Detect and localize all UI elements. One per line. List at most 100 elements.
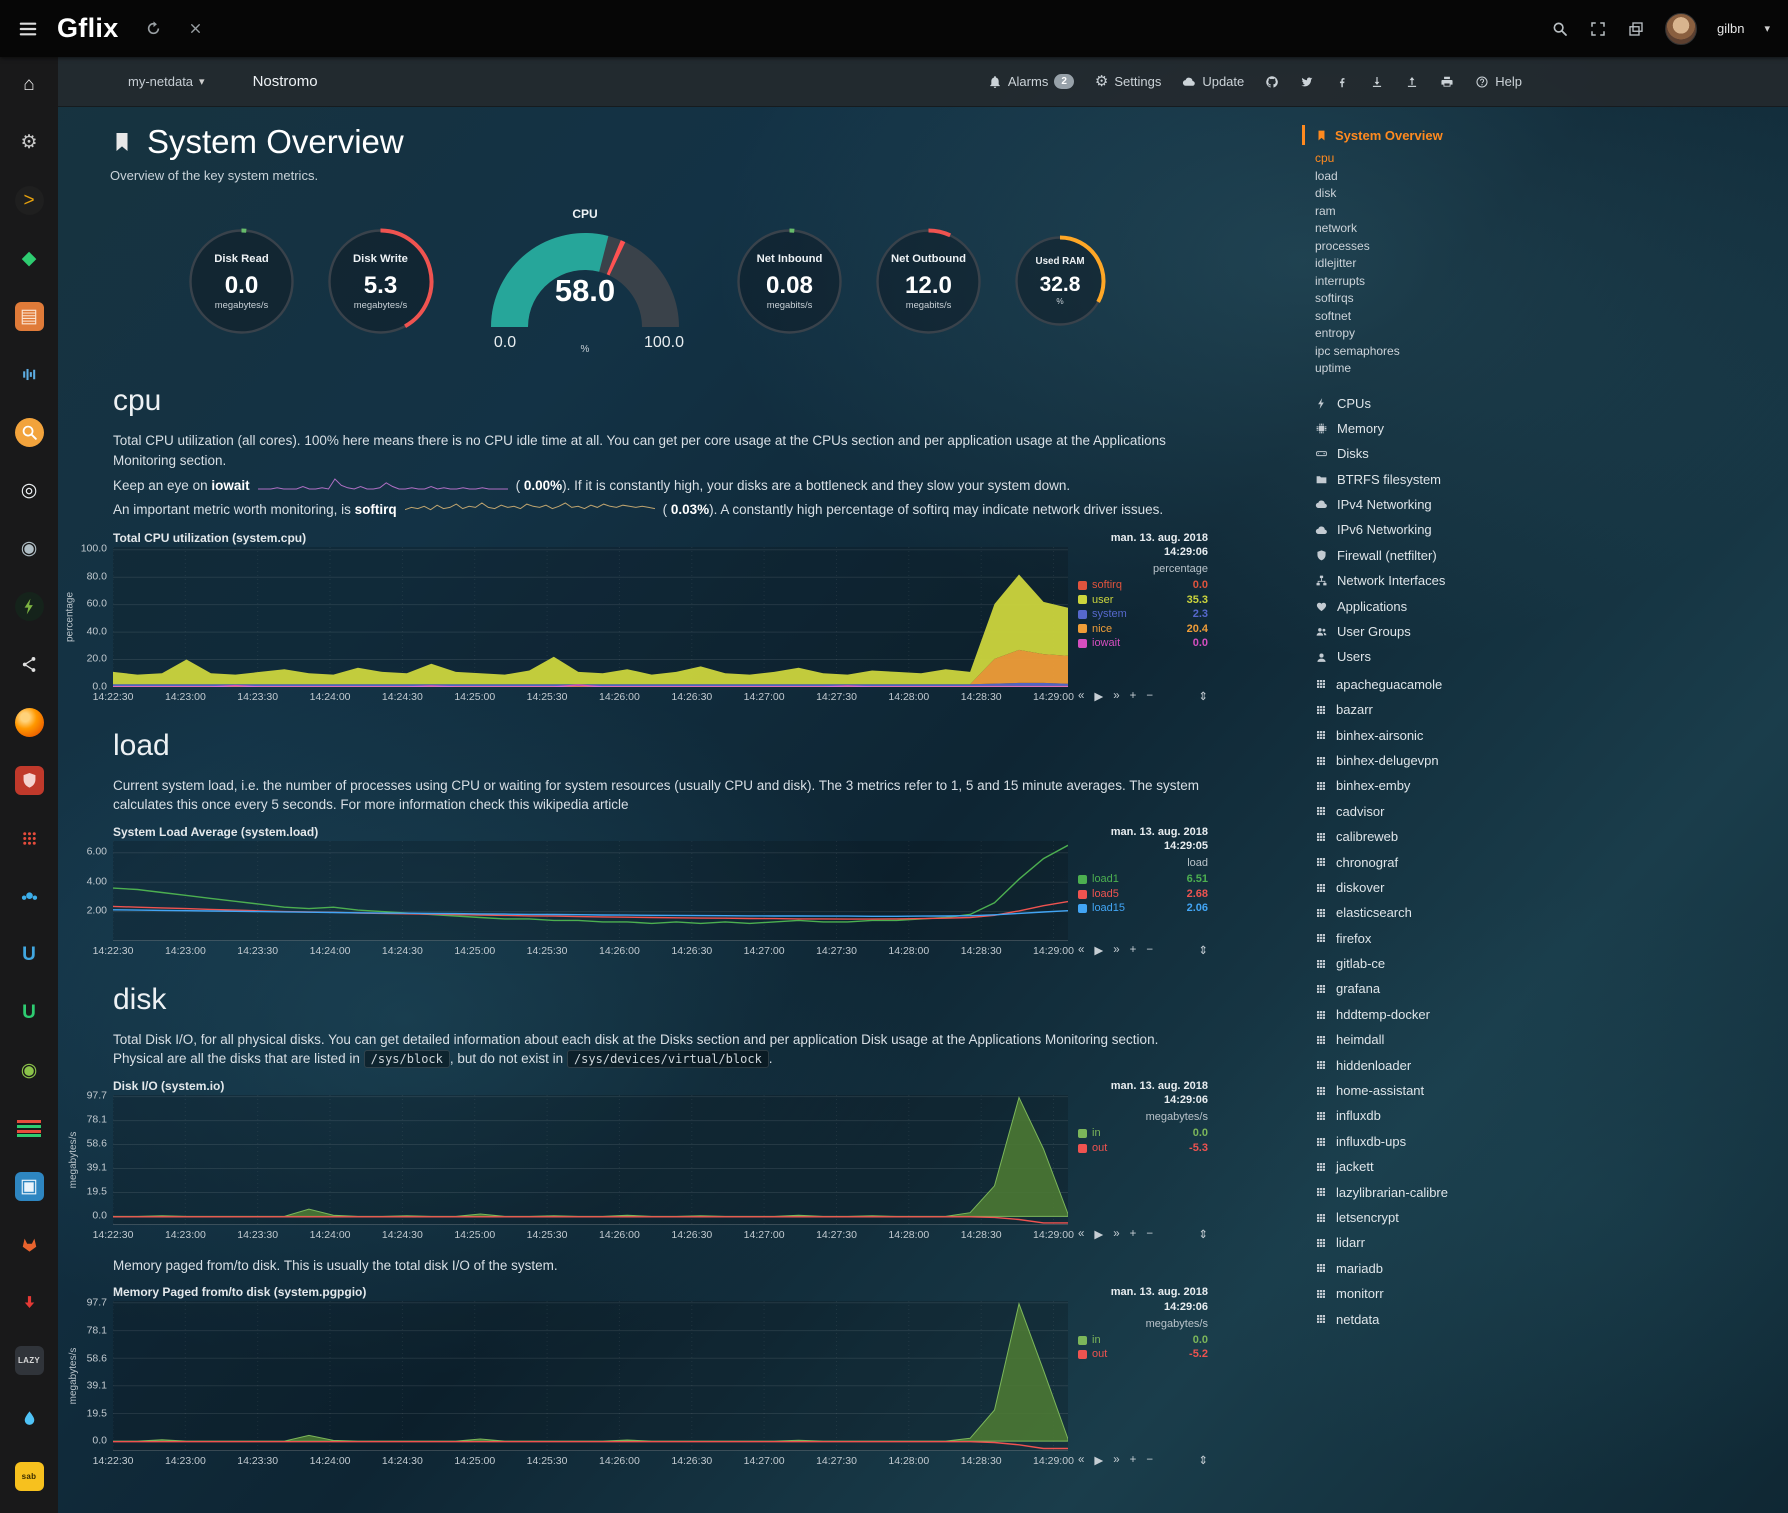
menu-sub-softirqs[interactable]: softirqs (1315, 290, 1580, 308)
zoom-out-icon[interactable]: − (1146, 1228, 1153, 1240)
avatar[interactable] (1665, 13, 1697, 45)
sidebar-app-arrow-down-app[interactable] (12, 1287, 46, 1317)
menu-sub-cpu[interactable]: cpu (1315, 150, 1580, 168)
legend-load15[interactable]: load152.06 (1078, 901, 1208, 916)
play-icon[interactable]: ▶ (1094, 1227, 1103, 1241)
menu-app-home-assistant[interactable]: home-assistant (1315, 1078, 1580, 1103)
sidebar-app-plex[interactable]: > (12, 185, 46, 215)
tabs-icon[interactable] (1627, 20, 1645, 38)
resize-handle-icon[interactable]: ⇕ (1198, 1453, 1208, 1467)
chart-cpu[interactable]: Total CPU utilization (system.cpu) perce… (71, 531, 1288, 705)
gauge-net-outbound[interactable]: Net Outbound 12.0 megabits/s (871, 224, 986, 344)
menu-app-jackett[interactable]: jackett (1315, 1154, 1580, 1179)
menu-section-btrfs-filesystem[interactable]: BTRFS filesystem (1315, 467, 1580, 492)
chart-plot[interactable] (113, 1301, 1068, 1451)
nav-download[interactable] (1370, 75, 1384, 89)
gauge-disk-write[interactable]: Disk Write 5.3 megabytes/s (323, 224, 438, 344)
chart-plot[interactable] (113, 841, 1068, 941)
menu-app-cadvisor[interactable]: cadvisor (1315, 799, 1580, 824)
softirq-sparkline[interactable] (405, 500, 655, 521)
nav-upload[interactable] (1405, 75, 1419, 89)
menu-section-cpus[interactable]: CPUs (1315, 391, 1580, 416)
legend-system[interactable]: system2.3 (1078, 607, 1208, 622)
search-icon[interactable] (1551, 20, 1569, 38)
menu-section-applications[interactable]: Applications (1315, 594, 1580, 619)
menu-section-ipv4-networking[interactable]: IPv4 Networking (1315, 492, 1580, 517)
menu-app-influxdb[interactable]: influxdb (1315, 1103, 1580, 1128)
zoom-in-icon[interactable]: + (1130, 690, 1137, 702)
pan-left-icon[interactable]: « (1078, 1228, 1084, 1240)
resize-handle-icon[interactable]: ⇕ (1198, 943, 1208, 957)
pan-right-icon[interactable]: » (1113, 944, 1119, 956)
zoom-out-icon[interactable]: − (1146, 690, 1153, 702)
sidebar-app-dots-app[interactable] (12, 823, 46, 853)
chart-pgpgio[interactable]: Memory Paged from/to disk (system.pgpgio… (71, 1285, 1288, 1469)
menu-app-influxdb-ups[interactable]: influxdb-ups (1315, 1129, 1580, 1154)
pan-left-icon[interactable]: « (1078, 1454, 1084, 1466)
menu-sub-ram[interactable]: ram (1315, 203, 1580, 221)
gauge-cpu[interactable]: CPU 58.0 0.0 100.0 % (478, 207, 692, 360)
sidebar-app-shield-app[interactable] (12, 765, 46, 795)
resize-handle-icon[interactable]: ⇕ (1198, 689, 1208, 703)
sidebar-app-drop-app[interactable] (12, 1403, 46, 1433)
pan-right-icon[interactable]: » (1113, 1454, 1119, 1466)
chart-plot[interactable] (113, 1095, 1068, 1225)
zoom-in-icon[interactable]: + (1130, 1228, 1137, 1240)
menu-sub-uptime[interactable]: uptime (1315, 360, 1580, 378)
nav-settings[interactable]: ⚙ Settings (1095, 74, 1161, 89)
menu-app-diskover[interactable]: diskover (1315, 875, 1580, 900)
menu-icon[interactable] (17, 18, 39, 40)
menu-app-monitorr[interactable]: monitorr (1315, 1281, 1580, 1306)
sidebar-app-home[interactable]: ⌂ (12, 69, 46, 99)
menu-app-binhex-airsonic[interactable]: binhex-airsonic (1315, 723, 1580, 748)
menu-app-calibreweb[interactable]: calibreweb (1315, 824, 1580, 849)
menu-app-bazarr[interactable]: bazarr (1315, 697, 1580, 722)
menu-sub-ipc-semaphores[interactable]: ipc semaphores (1315, 343, 1580, 361)
menu-app-heimdall[interactable]: heimdall (1315, 1027, 1580, 1052)
menu-app-letsencrypt[interactable]: letsencrypt (1315, 1205, 1580, 1230)
menu-sub-entropy[interactable]: entropy (1315, 325, 1580, 343)
legend-nice[interactable]: nice20.4 (1078, 622, 1208, 637)
sidebar-app-gitlab[interactable] (12, 1229, 46, 1259)
sidebar-app-share-nodes-app[interactable] (12, 649, 46, 679)
pan-left-icon[interactable]: « (1078, 944, 1084, 956)
menu-sub-interrupts[interactable]: interrupts (1315, 273, 1580, 291)
sidebar-app-gem-app[interactable]: ◆ (12, 243, 46, 273)
nav-alarms[interactable]: Alarms 2 (988, 74, 1074, 89)
play-icon[interactable]: ▶ (1094, 943, 1103, 957)
refresh-icon[interactable] (145, 20, 162, 37)
menu-section-disks[interactable]: Disks (1315, 441, 1580, 466)
nav-twitter[interactable] (1300, 75, 1314, 89)
legend-load5[interactable]: load52.68 (1078, 887, 1208, 902)
menu-app-netdata[interactable]: netdata (1315, 1307, 1580, 1332)
play-icon[interactable]: ▶ (1094, 689, 1103, 703)
fullscreen-icon[interactable] (1589, 20, 1607, 38)
menu-app-binhex-delugevpn[interactable]: binhex-delugevpn (1315, 748, 1580, 773)
legend-load1[interactable]: load16.51 (1078, 872, 1208, 887)
zoom-in-icon[interactable]: + (1130, 944, 1137, 956)
sidebar-app-lazylibrarian[interactable]: LAZY (12, 1345, 46, 1375)
menu-app-elasticsearch[interactable]: elasticsearch (1315, 900, 1580, 925)
menu-sub-network[interactable]: network (1315, 220, 1580, 238)
nav-help[interactable]: Help (1475, 74, 1522, 89)
gauge-net-inbound[interactable]: Net Inbound 0.08 megabits/s (732, 224, 847, 344)
username[interactable]: gilbn (1717, 21, 1744, 36)
nav-github[interactable] (1265, 75, 1279, 89)
menu-sub-idlejitter[interactable]: idlejitter (1315, 255, 1580, 273)
menu-app-grafana[interactable]: grafana (1315, 976, 1580, 1001)
menu-app-apacheguacamole[interactable]: apacheguacamole (1315, 672, 1580, 697)
menu-sub-load[interactable]: load (1315, 168, 1580, 186)
chart-load[interactable]: System Load Average (system.load) load6.… (71, 825, 1288, 959)
sidebar-app-target-app[interactable]: ◉ (12, 533, 46, 563)
resize-handle-icon[interactable]: ⇕ (1198, 1227, 1208, 1241)
sidebar-app-firefox-app[interactable] (12, 707, 46, 737)
legend-out[interactable]: out-5.3 (1078, 1141, 1208, 1156)
menu-app-firefox[interactable]: firefox (1315, 926, 1580, 951)
server-dropdown[interactable]: my-netdata▾ (128, 74, 205, 89)
sidebar-app-ring-green-app[interactable]: ◉ (12, 1055, 46, 1085)
nav-facebook[interactable] (1335, 75, 1349, 89)
legend-softirq[interactable]: softirq0.0 (1078, 578, 1208, 593)
legend-in[interactable]: in0.0 (1078, 1333, 1208, 1348)
menu-sub-softnet[interactable]: softnet (1315, 308, 1580, 326)
sidebar-app-window-app[interactable]: ▣ (12, 1171, 46, 1201)
